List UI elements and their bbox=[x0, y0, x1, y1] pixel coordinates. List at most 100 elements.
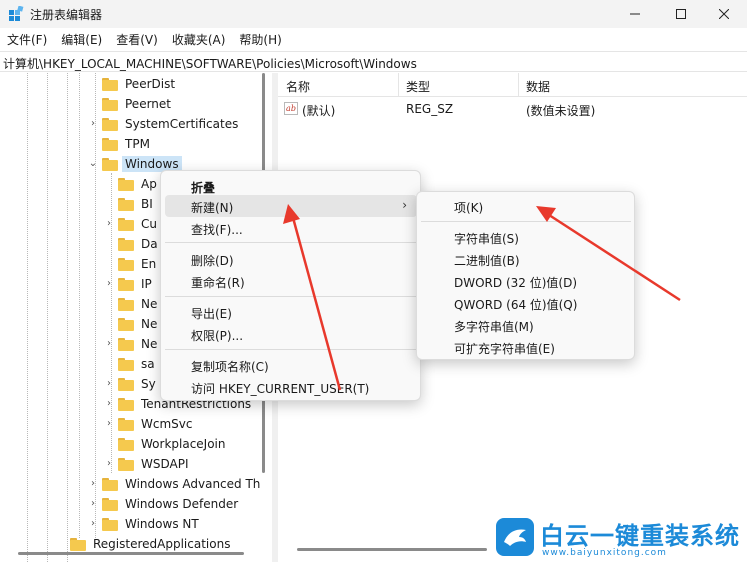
tree-node[interactable]: Ap bbox=[118, 174, 160, 194]
menu-item-find[interactable]: 查找(F)... bbox=[165, 217, 417, 239]
chevron-right-icon: › bbox=[402, 198, 407, 212]
chevron-right-icon[interactable]: › bbox=[104, 458, 114, 469]
list-horizontal-scrollbar[interactable] bbox=[297, 548, 487, 551]
title-bar: 注册表编辑器 bbox=[0, 0, 747, 28]
folder-icon bbox=[102, 137, 118, 151]
column-divider[interactable] bbox=[398, 73, 399, 97]
chevron-right-icon[interactable]: › bbox=[88, 118, 98, 129]
chevron-right-icon[interactable]: › bbox=[88, 518, 98, 529]
tree-node[interactable]: Windows Advanced Th bbox=[102, 474, 263, 494]
menu-help[interactable]: 帮助(H) bbox=[232, 28, 288, 50]
submenu-item-key[interactable]: 项(K) bbox=[421, 195, 631, 217]
folder-icon bbox=[118, 257, 134, 271]
column-header-name[interactable]: 名称 bbox=[286, 78, 310, 95]
minimize-icon bbox=[630, 13, 640, 15]
bird-logo-icon bbox=[496, 518, 534, 556]
menu-item-delete[interactable]: 删除(D) bbox=[165, 248, 417, 270]
column-header-data[interactable]: 数据 bbox=[526, 78, 550, 95]
context-menu: 折叠 新建(N) › 查找(F)... 删除(D) 重命名(R) 导出(E) 权… bbox=[160, 170, 421, 401]
menu-divider bbox=[165, 242, 417, 243]
tree-guide bbox=[27, 73, 28, 562]
tree-node[interactable]: BI bbox=[118, 194, 156, 214]
menu-file[interactable]: 文件(F) bbox=[0, 28, 54, 50]
tree-node[interactable]: En bbox=[118, 254, 159, 274]
menu-divider bbox=[165, 349, 417, 350]
maximize-button[interactable] bbox=[658, 0, 704, 28]
tree-node[interactable]: WorkplaceJoin bbox=[118, 434, 229, 454]
submenu-item-dword-value[interactable]: DWORD (32 位)值(D) bbox=[421, 270, 631, 292]
tree-node[interactable]: PeerDist bbox=[102, 74, 178, 94]
tree-node[interactable]: RegisteredApplications bbox=[70, 534, 233, 554]
menu-item-goto-hkcu[interactable]: 访问 HKEY_CURRENT_USER(T) bbox=[165, 376, 417, 398]
tree-node[interactable]: SystemCertificates bbox=[102, 114, 241, 134]
table-row[interactable]: ab (默认) REG_SZ (数值未设置) bbox=[278, 99, 747, 119]
tree-node[interactable]: IP bbox=[118, 274, 155, 294]
menu-bar: 文件(F) 编辑(E) 查看(V) 收藏夹(A) 帮助(H) bbox=[0, 28, 747, 50]
menu-edit[interactable]: 编辑(E) bbox=[54, 28, 109, 50]
watermark-url: www.baiyunxitong.com bbox=[542, 548, 667, 558]
folder-icon bbox=[102, 97, 118, 111]
chevron-right-icon[interactable]: › bbox=[104, 218, 114, 229]
site-watermark: 白云一键重装系统 www.baiyunxitong.com bbox=[488, 512, 747, 562]
tree-node[interactable]: TPM bbox=[102, 134, 153, 154]
tree-node[interactable]: Ne bbox=[118, 334, 160, 354]
chevron-right-icon[interactable]: › bbox=[104, 398, 114, 409]
folder-icon bbox=[102, 117, 118, 131]
submenu-item-qword-value[interactable]: QWORD (64 位)值(Q) bbox=[421, 292, 631, 314]
folder-icon bbox=[102, 497, 118, 511]
tree-node[interactable]: sa bbox=[118, 354, 158, 374]
tree-guide bbox=[95, 73, 96, 538]
tree-node[interactable]: Cu bbox=[118, 214, 160, 234]
window-title: 注册表编辑器 bbox=[30, 8, 103, 22]
chevron-right-icon[interactable]: › bbox=[104, 418, 114, 429]
menu-item-export[interactable]: 导出(E) bbox=[165, 301, 417, 323]
menu-item-new-label: 新建(N) bbox=[191, 201, 234, 215]
tree-guide bbox=[67, 73, 68, 562]
tree-node[interactable]: Da bbox=[118, 234, 161, 254]
tree-node[interactable]: WcmSvc bbox=[118, 414, 195, 434]
folder-icon bbox=[118, 357, 134, 371]
tree-node[interactable]: Windows NT bbox=[102, 514, 202, 534]
menu-item-rename[interactable]: 重命名(R) bbox=[165, 270, 417, 292]
chevron-right-icon[interactable]: › bbox=[104, 378, 114, 389]
folder-icon bbox=[118, 457, 134, 471]
menu-item-new[interactable]: 新建(N) › bbox=[165, 195, 417, 217]
folder-icon bbox=[118, 377, 134, 391]
submenu-item-multi-string-value[interactable]: 多字符串值(M) bbox=[421, 314, 631, 336]
menu-view[interactable]: 查看(V) bbox=[109, 28, 165, 50]
chevron-right-icon[interactable]: › bbox=[104, 278, 114, 289]
folder-icon bbox=[118, 397, 134, 411]
folder-icon bbox=[118, 197, 134, 211]
column-header-type[interactable]: 类型 bbox=[406, 78, 430, 95]
close-icon bbox=[719, 9, 729, 19]
folder-icon bbox=[118, 417, 134, 431]
chevron-down-icon[interactable]: ⌄ bbox=[88, 158, 98, 169]
submenu-item-string-value[interactable]: 字符串值(S) bbox=[421, 226, 631, 248]
address-bar[interactable]: 计算机\HKEY_LOCAL_MACHINE\SOFTWARE\Policies… bbox=[0, 51, 747, 72]
menu-favorites[interactable]: 收藏夹(A) bbox=[165, 28, 233, 50]
menu-divider bbox=[165, 296, 417, 297]
tree-node[interactable]: Sy bbox=[118, 374, 159, 394]
tree-node[interactable]: WSDAPI bbox=[118, 454, 192, 474]
submenu-item-expandable-string-value[interactable]: 可扩充字符串值(E) bbox=[421, 336, 631, 358]
chevron-right-icon[interactable]: › bbox=[88, 498, 98, 509]
minimize-button[interactable] bbox=[612, 0, 658, 28]
tree-horizontal-scrollbar[interactable] bbox=[18, 552, 244, 555]
value-type: REG_SZ bbox=[406, 102, 454, 116]
chevron-right-icon[interactable]: › bbox=[88, 478, 98, 489]
menu-item-collapse[interactable]: 折叠 bbox=[165, 175, 417, 197]
menu-item-copy-key-name[interactable]: 复制项名称(C) bbox=[165, 354, 417, 376]
menu-item-permissions[interactable]: 权限(P)... bbox=[165, 323, 417, 345]
chevron-right-icon[interactable]: › bbox=[104, 338, 114, 349]
submenu-item-binary-value[interactable]: 二进制值(B) bbox=[421, 248, 631, 270]
tree-node[interactable]: Peernet bbox=[102, 94, 174, 114]
close-button[interactable] bbox=[701, 0, 747, 28]
tree-node[interactable]: Ne bbox=[118, 314, 160, 334]
folder-icon bbox=[118, 297, 134, 311]
regedit-app-icon bbox=[9, 6, 24, 21]
menu-divider bbox=[421, 221, 631, 222]
folder-icon bbox=[102, 157, 118, 171]
tree-node[interactable]: Ne bbox=[118, 294, 160, 314]
column-divider[interactable] bbox=[518, 73, 519, 97]
tree-node[interactable]: Windows Defender bbox=[102, 494, 241, 514]
